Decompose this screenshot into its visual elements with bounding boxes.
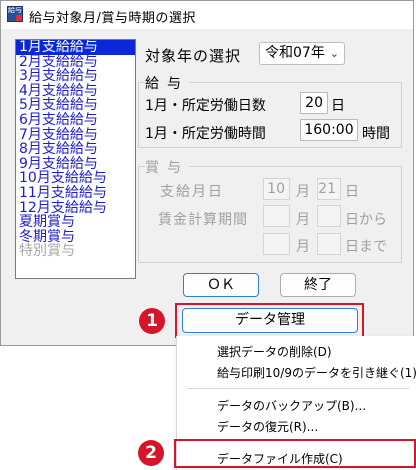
period-to-suffix: 日まで xyxy=(345,239,387,255)
app-icon: 給与 xyxy=(7,6,23,22)
list-item[interactable]: 6月支給給与 xyxy=(16,113,135,128)
pay-month-field[interactable]: 10 xyxy=(263,178,290,200)
period-from-suffix: 日から xyxy=(345,212,387,228)
list-item[interactable]: 夏期賞与 xyxy=(16,215,135,230)
year-select-label: 対象年の選択 xyxy=(145,47,242,65)
app-icon-text: 給与 xyxy=(8,6,22,14)
list-item[interactable]: 1月支給給与 xyxy=(16,40,135,55)
annotation-badge-1: 1 xyxy=(139,308,165,334)
pay-month-unit: 月 xyxy=(296,184,310,200)
close-button[interactable]: 終了 xyxy=(280,273,356,297)
list-item[interactable]: 12月支給給与 xyxy=(16,200,135,216)
list-item[interactable]: 4月支給給与 xyxy=(16,84,135,99)
list-item[interactable]: 9月支給給与 xyxy=(16,157,135,172)
menu-separator xyxy=(187,388,409,389)
list-item[interactable]: 10月支給給与 xyxy=(16,171,135,186)
app-icon-corner xyxy=(16,15,22,21)
calc-period-label: 賃金計算期間 xyxy=(158,212,248,228)
dialog-window: 給与 給与対象月/賞与時期の選択 1月支給給与 2月支給給与 3月支給給与 4月… xyxy=(0,0,414,346)
window-title: 給与対象月/賞与時期の選択 xyxy=(29,11,196,26)
salary-group-title: 給与 xyxy=(145,73,189,93)
list-item[interactable]: 7月支給給与 xyxy=(16,127,135,143)
period-to-month-field[interactable] xyxy=(263,233,290,255)
list-item[interactable]: 8月支給給与 xyxy=(16,142,135,157)
target-month-listbox[interactable]: 1月支給給与 2月支給給与 3月支給給与 4月支給給与 5月支給給与 6月支給給… xyxy=(15,39,136,279)
list-item[interactable]: 冬期賞与 xyxy=(16,230,135,245)
ok-button[interactable]: ＯＫ xyxy=(183,273,259,297)
period-from-month-unit: 月 xyxy=(296,212,310,228)
list-item[interactable]: 11月支給給与 xyxy=(16,186,135,201)
period-to-month-unit: 月 xyxy=(296,239,310,255)
menu-item-backup[interactable]: データのバックアップ(B)... xyxy=(217,397,366,414)
list-item[interactable]: 3月支給給与 xyxy=(16,69,135,84)
period-from-day-field[interactable] xyxy=(317,205,341,227)
chevron-down-icon: ⌄ xyxy=(329,47,339,60)
menu-item-carry-over[interactable]: 給与印刷10/9のデータを引き継ぐ(1) xyxy=(217,364,416,381)
work-hours-unit: 時間 xyxy=(362,126,390,142)
work-hours-field[interactable]: 160:00 xyxy=(300,119,358,141)
period-from-month-field[interactable] xyxy=(263,205,290,227)
year-select-value: 令和07年 xyxy=(265,45,325,61)
menu-item-restore[interactable]: データの復元(R)... xyxy=(217,418,318,435)
period-to-day-field[interactable] xyxy=(317,233,341,255)
annotation-badge-2: 2 xyxy=(138,440,164,466)
highlight-box-2 xyxy=(174,439,416,468)
work-days-field[interactable]: 20 xyxy=(300,92,328,114)
year-select[interactable]: 令和07年 ⌄ xyxy=(259,42,345,65)
work-days-label: 1月・所定労働日数 xyxy=(145,98,266,114)
list-item[interactable]: 特別賞与 xyxy=(16,244,135,259)
menu-item-delete-selected[interactable]: 選択データの削除(D) xyxy=(217,343,332,360)
bonus-group-title: 賞与 xyxy=(145,157,189,177)
work-hours-label: 1月・所定労働時間 xyxy=(145,126,266,142)
list-item[interactable]: 5月支給給与 xyxy=(16,98,135,113)
work-days-unit: 日 xyxy=(331,98,345,114)
pay-day-field[interactable]: 21 xyxy=(317,178,341,200)
pay-day-unit: 日 xyxy=(345,184,359,200)
data-management-button[interactable]: データ管理 xyxy=(182,308,358,333)
list-item[interactable]: 2月支給給与 xyxy=(16,54,135,70)
pay-date-label: 支給月日 xyxy=(160,184,224,200)
title-bar: 給与 給与対象月/賞与時期の選択 xyxy=(1,1,413,29)
